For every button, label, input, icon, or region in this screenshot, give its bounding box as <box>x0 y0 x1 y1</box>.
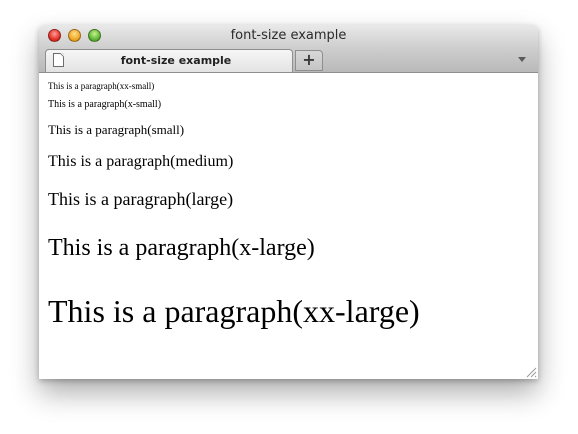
window-title: font-size example <box>230 28 347 43</box>
paragraph-xx-small: This is a paragraph(xx-small) <box>48 81 155 91</box>
paragraph-medium: This is a paragraph(medium) <box>48 153 234 170</box>
page-content: This is a paragraph(xx-small) This is a … <box>39 73 538 379</box>
new-tab-button[interactable]: + <box>295 50 323 71</box>
browser-window: font-size example font-size example + Th… <box>39 25 538 379</box>
paragraph-small: This is a paragraph(small) <box>48 122 185 137</box>
tab-font-size-example[interactable]: font-size example <box>45 49 293 72</box>
paragraph-xx-large: This is a paragraph(xx-large) <box>48 293 420 329</box>
paragraph-large: This is a paragraph(large) <box>48 189 234 209</box>
chevron-down-icon[interactable] <box>518 57 526 62</box>
resize-grip-icon[interactable] <box>525 366 537 378</box>
tab-bar: font-size example + <box>39 47 538 73</box>
paragraph-x-small: This is a paragraph(x-small) <box>48 99 162 110</box>
page-icon <box>53 53 64 67</box>
paragraph-x-large: This is a paragraph(x-large) <box>48 235 315 261</box>
title-bar[interactable]: font-size example <box>39 25 538 47</box>
tab-label: font-size example <box>120 54 232 67</box>
